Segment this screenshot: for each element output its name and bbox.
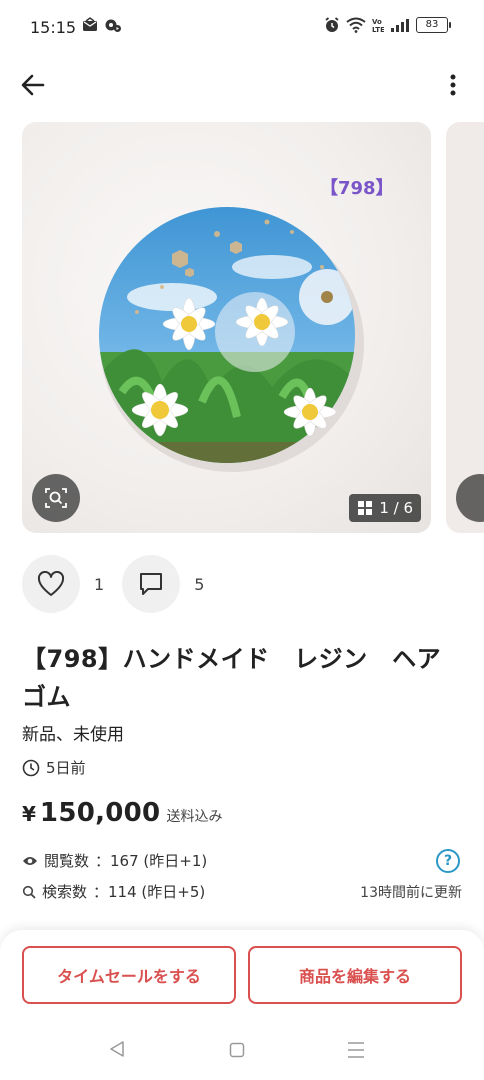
comment-button[interactable] [122,555,181,613]
arrow-left-icon [21,74,45,96]
posted-time-text: 5日前 [46,759,86,777]
next-image-preview[interactable] [446,122,484,533]
price-currency: ¥ [22,802,36,826]
volte-icon: VoLTE [372,18,384,33]
mail-icon [83,17,97,31]
like-button[interactable] [22,555,80,613]
zoom-button-next [456,474,484,522]
clock-icon [22,759,40,776]
notification-icons [82,17,122,33]
nav-home-icon[interactable] [229,1042,245,1058]
item-title: 【798】ハンドメイド レジン ヘアゴム [22,645,442,711]
shipping-label: 送料込み [166,809,223,825]
status-bar: 15:15 Vo LTE 83 [0,0,484,56]
time-sale-button[interactable]: タイムセールをする [22,946,236,1004]
item-condition: 新品、未使用 [22,725,124,745]
wifi-icon [346,17,366,33]
reactions-row: 1 5 [22,555,222,613]
comment-count: 5 [194,574,205,594]
like-count: 1 [94,574,105,594]
updated-time: 13時間前に更新 [360,885,462,901]
posted-time: 5日前 [22,757,86,778]
image-counter-text: 1 / 6 [379,499,413,517]
photo-label: 【798】 [320,178,394,199]
search-value: ：114 (昨日+5) [93,883,206,901]
status-time: 15:15 [30,18,77,37]
search-stat: 検索数 ：114 (昨日+5) [22,881,205,902]
zoom-button[interactable] [32,474,80,522]
help-icon[interactable]: ? [436,849,460,873]
search-icon [22,885,36,899]
svg-text:Vo: Vo [372,18,382,26]
price-value: 150,000 [39,798,161,828]
more-options-button[interactable] [438,70,468,100]
product-image-gallery[interactable]: 【798】 1 / 6 [22,122,431,533]
views-value: ：167 (昨日+1) [95,852,208,870]
nav-back-icon[interactable] [108,1040,126,1058]
image-counter: 1 / 6 [349,494,421,522]
system-icons: Vo LTE 83 [324,17,451,33]
system-navigation-bar [0,1030,484,1070]
alarm-icon [325,17,339,32]
svg-text:LTE: LTE [372,26,384,33]
battery-icon: 83 [416,17,451,33]
edit-item-button[interactable]: 商品を編集する [248,946,462,1004]
search-label: 検索数 [42,883,88,901]
nav-recent-apps-icon[interactable] [346,1041,366,1059]
price-row: ¥ 150,000 送料込み [22,798,222,828]
grid-icon [358,501,373,515]
eye-icon [23,856,37,865]
more-vertical-icon [450,74,456,96]
views-label: 閲覧数 [44,852,90,870]
comment-icon [140,573,163,595]
heart-icon [37,571,65,596]
settings-icon [105,19,121,32]
signal-icon [391,19,409,32]
views-stat: 閲覧数 ：167 (昨日+1) [22,850,207,871]
top-app-bar [0,60,484,110]
zoom-scan-icon [45,488,67,508]
back-button[interactable] [16,70,50,100]
